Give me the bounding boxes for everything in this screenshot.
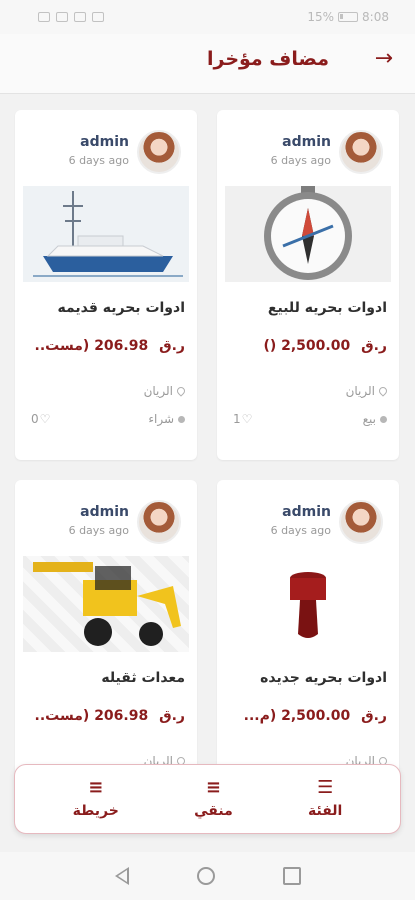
currency: ر.ق xyxy=(159,338,185,354)
posted-time: 6 days ago xyxy=(68,154,129,167)
posted-time: 6 days ago xyxy=(68,524,129,537)
map-label: خريطة xyxy=(72,803,119,819)
location-text: الريان xyxy=(345,384,375,398)
status-bar: 15% 8:08 xyxy=(0,0,415,34)
loader-icon xyxy=(33,562,181,646)
type-dot-icon xyxy=(178,415,185,423)
listing-image-boat xyxy=(23,186,189,282)
fender-icon xyxy=(290,572,326,638)
filter-icon: ≡ xyxy=(205,777,221,798)
type-text: شراء xyxy=(148,412,174,426)
currency: ر.ق xyxy=(361,338,387,354)
owner-name: admin xyxy=(80,134,129,150)
listing-price: ر.ق 206.98 (مست.. xyxy=(15,708,185,724)
status-icons xyxy=(38,12,104,22)
heart-icon: ♡ xyxy=(39,412,51,426)
listing-location: الريان xyxy=(143,384,187,398)
arrow-right-icon[interactable]: → xyxy=(375,46,393,71)
category-button[interactable]: ☰ الفئة xyxy=(308,777,343,820)
type-dot-icon xyxy=(380,415,387,423)
listing-title: معدات ثقيله xyxy=(101,670,185,686)
location-pin-icon xyxy=(377,385,389,397)
price-value: 2,500.00 xyxy=(281,708,351,724)
filter-label: منقي xyxy=(194,803,233,819)
status-right: 15% 8:08 xyxy=(307,10,389,24)
listing-type: بيع xyxy=(363,412,387,426)
heart-icon: ♡ xyxy=(241,412,253,426)
likes-count: 0 xyxy=(31,412,39,426)
compass-icon xyxy=(264,186,352,280)
system-nav-bar xyxy=(0,852,415,900)
notification-icon xyxy=(74,12,86,22)
owner-name: admin xyxy=(80,504,129,520)
location-text: الريان xyxy=(143,384,173,398)
boat-icon xyxy=(33,191,183,277)
owner-name: admin xyxy=(282,504,331,520)
map-button[interactable]: ≡ خريطة xyxy=(72,777,119,820)
listing-title: ادوات بحريه جديده xyxy=(260,670,387,686)
list-icon: ☰ xyxy=(317,777,334,798)
nav-home-icon[interactable] xyxy=(196,867,215,885)
wifi-icon xyxy=(56,12,68,22)
currency: ر.ق xyxy=(361,708,387,724)
listing-title: ادوات بحريه للبيع xyxy=(267,300,387,316)
price-note: (مست.. xyxy=(34,338,90,354)
nav-back-icon[interactable] xyxy=(114,867,129,885)
clock: 8:08 xyxy=(362,10,389,24)
listing-price: ر.ق 206.98 (مست.. xyxy=(15,338,185,354)
likes[interactable]: 0 ♡ xyxy=(31,412,50,426)
price-note: (مست.. xyxy=(34,708,90,724)
app-bar: مضاف مؤخرا → xyxy=(0,34,415,94)
bottom-action-bar: ☰ الفئة ≡ منقي ≡ خريطة xyxy=(14,764,401,834)
listing-image-loader xyxy=(23,556,189,652)
avatar xyxy=(339,500,383,544)
currency: ر.ق xyxy=(159,708,185,724)
type-text: بيع xyxy=(362,412,376,426)
nav-recents-icon[interactable] xyxy=(282,867,301,885)
listing-price: ر.ق 2,500.00 () xyxy=(217,338,387,354)
likes-count: 1 xyxy=(233,412,241,426)
listing-image-fender xyxy=(225,556,391,652)
battery-percent: 15% xyxy=(307,10,335,24)
price-value: 206.98 xyxy=(94,338,149,354)
signal-icon xyxy=(38,12,50,22)
price-note: () xyxy=(263,338,277,354)
price-note: (م... xyxy=(243,708,277,724)
battery-icon xyxy=(338,12,359,22)
avatar xyxy=(137,500,181,544)
page-title: مضاف مؤخرا xyxy=(206,48,329,70)
listing-card[interactable]: admin 6 days ago ادوات بحريه للبيع ر.ق 2… xyxy=(217,110,399,460)
location-pin-icon xyxy=(175,385,187,397)
owner-name: admin xyxy=(282,134,331,150)
avatar xyxy=(339,130,383,174)
filter-button[interactable]: ≡ منقي xyxy=(194,777,233,820)
category-label: الفئة xyxy=(308,803,343,819)
listing-type: شراء xyxy=(148,412,185,426)
avatar xyxy=(137,130,181,174)
posted-time: 6 days ago xyxy=(270,154,331,167)
price-value: 206.98 xyxy=(94,708,149,724)
listing-image-compass xyxy=(225,186,391,282)
posted-time: 6 days ago xyxy=(270,524,331,537)
listing-title: ادوات بحريه قديمه xyxy=(57,300,186,316)
app-icon xyxy=(92,12,104,22)
sort-icon: ≡ xyxy=(88,777,104,798)
listing-card[interactable]: admin 6 days ago ادوات بحريه قديمه ر.ق 2… xyxy=(15,110,197,460)
listing-location: الريان xyxy=(345,384,389,398)
likes[interactable]: 1 ♡ xyxy=(233,412,252,426)
price-value: 2,500.00 xyxy=(281,338,351,354)
listing-price: ر.ق 2,500.00 (م... xyxy=(217,708,387,724)
